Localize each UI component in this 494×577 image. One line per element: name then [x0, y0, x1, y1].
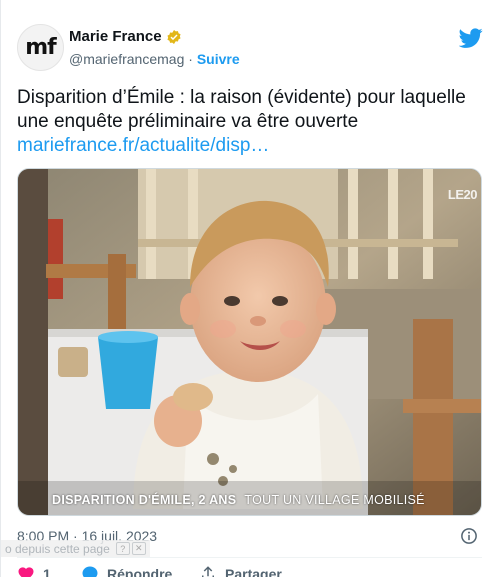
handle-row: @mariefrancemag · Suivre	[69, 51, 240, 67]
name-row: Marie France	[69, 28, 182, 45]
verified-badge-icon	[167, 29, 181, 44]
tweet-link[interactable]: mariefrance.fr/actualite/disp…	[17, 134, 269, 158]
share-label: Partager	[225, 566, 282, 577]
divider	[17, 557, 482, 558]
ghost-text: o depuis cette page	[5, 541, 110, 556]
avatar-text: mf	[25, 35, 56, 60]
twitter-bird-icon[interactable]	[459, 26, 483, 50]
reply-button[interactable]: Répondre	[81, 565, 172, 577]
channel-logo: LE20	[447, 187, 478, 202]
tweet-media-image[interactable]: LE20 DISPARITION D'ÉMILE, 2 ANS TOUT UN V…	[17, 168, 482, 516]
info-icon[interactable]	[460, 527, 478, 545]
handle[interactable]: @mariefrancemag	[69, 51, 184, 67]
heart-icon	[18, 567, 34, 577]
photo-child-at-table	[18, 169, 481, 515]
tweet-text: Disparition d’Émile : la raison (évident…	[17, 87, 466, 132]
tweet-actions: 1 Répondre Partager	[17, 565, 487, 577]
media-caption-main: DISPARITION D'ÉMILE, 2 ANS	[52, 493, 237, 507]
tweet-card: mf Marie France @mariefrancemag · Suivre…	[0, 0, 494, 577]
help-icon: ?	[115, 542, 130, 555]
separator: ·	[184, 51, 197, 67]
display-name[interactable]: Marie France	[69, 28, 162, 45]
share-button[interactable]: Partager	[199, 565, 282, 577]
tweet-header: mf Marie France @mariefrancemag · Suivre	[17, 22, 485, 74]
follow-button[interactable]: Suivre	[197, 51, 240, 67]
media-caption: DISPARITION D'ÉMILE, 2 ANS TOUT UN VILLAG…	[52, 493, 425, 507]
share-icon	[202, 566, 214, 577]
reply-icon	[82, 566, 98, 577]
ghost-overlay-text: o depuis cette page ? ✕	[1, 540, 150, 557]
avatar[interactable]: mf	[17, 24, 64, 71]
reply-label: Répondre	[107, 566, 173, 577]
close-icon: ✕	[131, 542, 146, 555]
media-caption-sub: TOUT UN VILLAGE MOBILISÉ	[244, 493, 425, 507]
like-count: 1	[43, 566, 51, 577]
like-button[interactable]: 1	[17, 565, 51, 577]
